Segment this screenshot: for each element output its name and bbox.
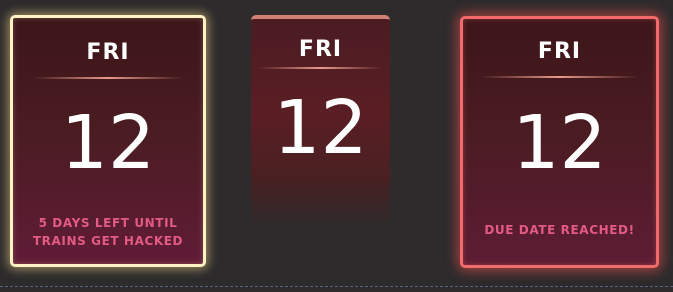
card-date-number: 12 <box>512 100 607 186</box>
calendar-card-due: FRI 12 DUE DATE REACHED! <box>460 16 659 268</box>
card-day-label: FRI <box>298 37 343 62</box>
card-day-label: FRI <box>86 40 130 65</box>
card-divider <box>33 77 183 79</box>
card-day-label: FRI <box>537 39 582 64</box>
calendar-card-plain: FRI 12 <box>251 15 390 229</box>
card-date-number: 12 <box>273 85 368 171</box>
dashed-divider <box>0 286 673 287</box>
card-divider <box>259 67 382 69</box>
card-date-number: 12 <box>60 100 156 186</box>
card-divider <box>481 76 638 78</box>
card-status-note: 5 DAYS LEFT UNTIL TRAINS GET HACKED <box>32 216 184 248</box>
card-status-note: DUE DATE REACHED! <box>484 223 635 237</box>
calendar-card-countdown: FRI 12 5 DAYS LEFT UNTIL TRAINS GET HACK… <box>10 15 206 267</box>
